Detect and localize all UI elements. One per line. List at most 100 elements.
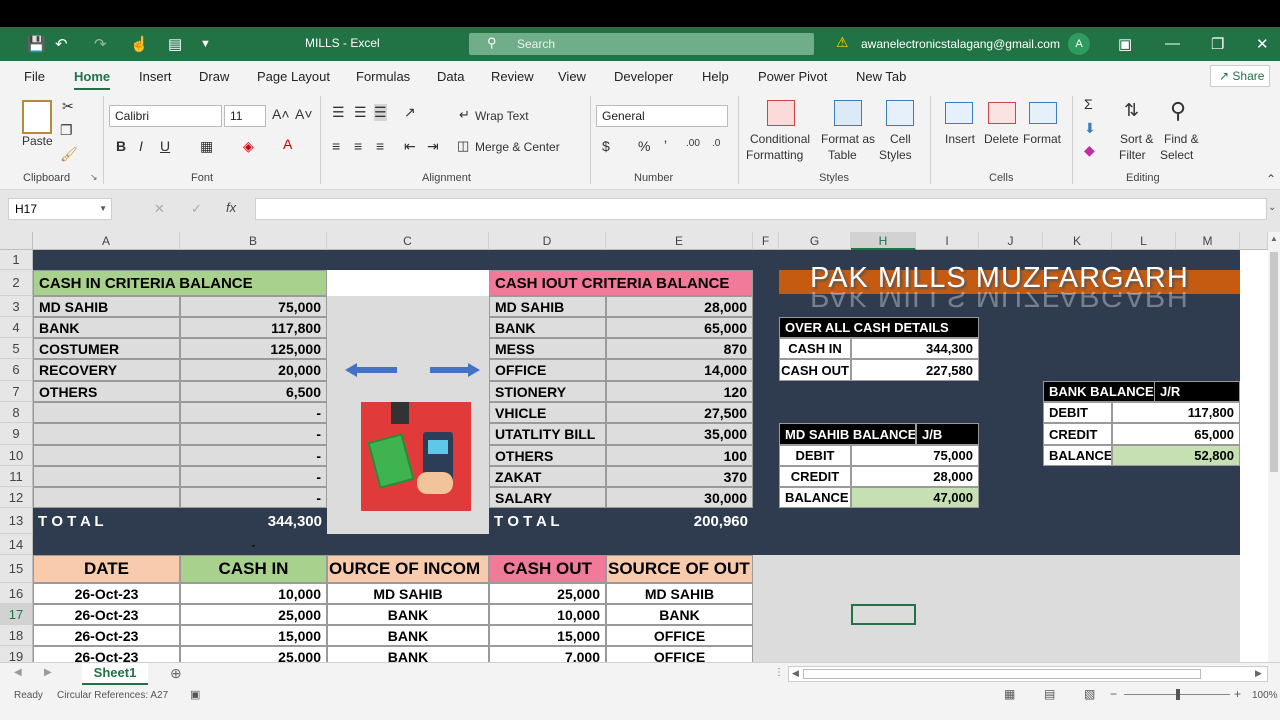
middle-align-icon[interactable]: ☰ bbox=[354, 104, 367, 121]
conditional-formatting-line1[interactable]: Conditional bbox=[750, 132, 810, 146]
cash-out-label-8[interactable]: OTHERS bbox=[489, 445, 606, 466]
cash-in-label-3[interactable]: COSTUMER bbox=[33, 338, 180, 359]
cash-out-label-9[interactable]: ZAKAT bbox=[489, 466, 606, 487]
overall-value-1[interactable]: 344,300 bbox=[851, 338, 979, 359]
tab-power-pivot[interactable]: Power Pivot bbox=[758, 69, 827, 84]
overall-title[interactable]: OVER ALL CASH DETAILS bbox=[779, 317, 979, 338]
row-header-4[interactable]: 4 bbox=[0, 317, 33, 338]
row-header-12[interactable]: 12 bbox=[0, 487, 33, 508]
cash-in-value-1[interactable]: 75,000 bbox=[180, 296, 327, 317]
zoom-in-icon[interactable]: + bbox=[1234, 687, 1241, 701]
increase-indent-icon[interactable]: ⇥ bbox=[427, 138, 439, 155]
cash-in-value-5[interactable]: 6,500 bbox=[180, 381, 327, 402]
md-sahib-title[interactable]: MD SAHIB BALANCE bbox=[779, 423, 916, 445]
font-color-icon[interactable]: A bbox=[283, 136, 292, 152]
align-center-icon[interactable]: ≡ bbox=[354, 138, 362, 154]
ledger-header-source-income[interactable]: OURCE OF INCOM bbox=[327, 555, 489, 583]
cash-out-value-2[interactable]: 65,000 bbox=[606, 317, 753, 338]
column-header-n[interactable] bbox=[1240, 232, 1268, 250]
zoom-out-icon[interactable]: − bbox=[1110, 687, 1117, 701]
account-email[interactable]: awanelectronicstalagang@gmail.com bbox=[861, 37, 1060, 51]
row-header-18[interactable]: 18 bbox=[0, 625, 33, 646]
sort-filter-line2[interactable]: Filter bbox=[1119, 148, 1146, 162]
orientation-icon[interactable]: ↗ bbox=[404, 104, 416, 121]
column-header-i[interactable]: I bbox=[916, 232, 979, 250]
row-header-14[interactable]: 14 bbox=[0, 534, 33, 555]
cash-in-value-7[interactable]: - bbox=[180, 423, 327, 445]
format-as-table-line1[interactable]: Format as bbox=[821, 132, 875, 146]
cash-out-label-1[interactable]: MD SAHIB bbox=[489, 296, 606, 317]
column-header-a[interactable]: A bbox=[33, 232, 180, 250]
cash-in-value-10[interactable]: - bbox=[180, 487, 327, 508]
ledger-header-cash-in[interactable]: CASH IN bbox=[180, 555, 327, 583]
fill-icon[interactable]: ⬇ bbox=[1084, 120, 1096, 137]
decrease-decimal-icon[interactable]: .0 bbox=[712, 138, 720, 149]
scroll-up-icon[interactable]: ▲ bbox=[1270, 234, 1278, 243]
column-header-j[interactable]: J bbox=[979, 232, 1043, 250]
page-layout-view-icon[interactable]: ▤ bbox=[1044, 687, 1055, 701]
next-sheet-icon[interactable]: ▶ bbox=[44, 667, 52, 678]
tab-data[interactable]: Data bbox=[437, 69, 464, 84]
cut-icon[interactable]: ✂ bbox=[62, 98, 74, 115]
tab-help[interactable]: Help bbox=[702, 69, 729, 84]
column-header-f[interactable]: F bbox=[753, 232, 779, 250]
bank-title[interactable]: BANK BALANCE bbox=[1043, 381, 1159, 402]
cash-out-value-7[interactable]: 35,000 bbox=[606, 423, 753, 445]
tab-review[interactable]: Review bbox=[491, 69, 534, 84]
ledger-r3-cash-in[interactable]: 15,000 bbox=[180, 625, 327, 646]
cash-in-label-7[interactable] bbox=[33, 423, 180, 445]
md-sahib-tag[interactable]: J/B bbox=[916, 423, 979, 445]
ledger-header-cash-out[interactable]: CASH OUT bbox=[489, 555, 606, 583]
sheet-tab-sheet1[interactable]: Sheet1 bbox=[82, 663, 148, 685]
bank-value-2[interactable]: 65,000 bbox=[1112, 423, 1240, 445]
overall-label-1[interactable]: CASH IN bbox=[779, 338, 851, 359]
cash-out-label-2[interactable]: BANK bbox=[489, 317, 606, 338]
column-header-h[interactable]: H bbox=[851, 232, 916, 250]
bank-tag[interactable]: J/R bbox=[1154, 381, 1240, 402]
undo-icon[interactable]: ↶ bbox=[55, 35, 68, 53]
paste-icon[interactable] bbox=[22, 100, 52, 134]
cash-out-label-6[interactable]: VHICLE bbox=[489, 402, 606, 423]
zoom-level[interactable]: 100% bbox=[1252, 690, 1278, 701]
select-all-corner[interactable] bbox=[0, 232, 33, 250]
bank-label-1[interactable]: DEBIT bbox=[1043, 402, 1112, 423]
ledger-r1-cash-in[interactable]: 10,000 bbox=[180, 583, 327, 604]
column-header-k[interactable]: K bbox=[1043, 232, 1112, 250]
font-size-select[interactable]: 11 bbox=[224, 105, 266, 127]
ledger-r3-source-in[interactable]: BANK bbox=[327, 625, 489, 646]
ledger-r1-date[interactable]: 26-Oct-23 bbox=[33, 583, 180, 604]
cash-in-label-1[interactable]: MD SAHIB bbox=[33, 296, 180, 317]
cash-out-value-10[interactable]: 30,000 bbox=[606, 487, 753, 508]
cash-in-value-3[interactable]: 125,000 bbox=[180, 338, 327, 359]
ledger-r2-date[interactable]: 26-Oct-23 bbox=[33, 604, 180, 625]
scroll-thumb[interactable] bbox=[1270, 252, 1278, 472]
row-header-16[interactable]: 16 bbox=[0, 583, 33, 604]
row-header-19[interactable]: 19 bbox=[0, 646, 33, 662]
row-header-13[interactable]: 13 bbox=[0, 508, 33, 534]
cash-out-value-6[interactable]: 27,500 bbox=[606, 402, 753, 423]
redo-icon[interactable]: ↷ bbox=[94, 35, 107, 53]
tab-developer[interactable]: Developer bbox=[614, 69, 673, 84]
ledger-r4-date[interactable]: 26-Oct-23 bbox=[33, 646, 180, 662]
format-painter-icon[interactable]: 🖌 bbox=[60, 146, 78, 163]
currency-icon[interactable]: $ bbox=[602, 138, 610, 154]
column-header-d[interactable]: D bbox=[489, 232, 606, 250]
cash-in-title[interactable]: CASH IN CRITERIA BALANCE bbox=[33, 270, 327, 296]
restore-icon[interactable]: ❐ bbox=[1211, 35, 1224, 53]
ledger-r4-source-in[interactable]: BANK bbox=[327, 646, 489, 662]
ledger-r2-cash-in[interactable]: 25,000 bbox=[180, 604, 327, 625]
tab-new-tab[interactable]: New Tab bbox=[856, 69, 906, 84]
cash-in-label-2[interactable]: BANK bbox=[33, 317, 180, 338]
cash-out-value-3[interactable]: 870 bbox=[606, 338, 753, 359]
align-left-icon[interactable]: ≡ bbox=[332, 138, 340, 154]
avatar[interactable]: A bbox=[1068, 33, 1090, 55]
cash-out-value-8[interactable]: 100 bbox=[606, 445, 753, 466]
bank-value-3[interactable]: 52,800 bbox=[1112, 445, 1240, 466]
top-align-icon[interactable]: ☰ bbox=[332, 104, 345, 121]
comma-icon[interactable]: ʼ bbox=[664, 138, 667, 154]
row-header-17[interactable]: 17 bbox=[0, 604, 33, 625]
cancel-icon[interactable]: ✕ bbox=[154, 201, 165, 217]
cash-out-value-1[interactable]: 28,000 bbox=[606, 296, 753, 317]
search-box[interactable]: ⚲ Search bbox=[469, 33, 814, 55]
cash-in-label-4[interactable]: RECOVERY bbox=[33, 359, 180, 381]
